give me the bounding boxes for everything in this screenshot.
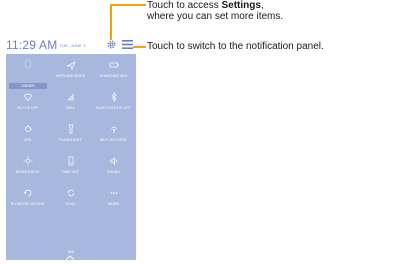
signal-icon xyxy=(68,94,73,101)
notification-switch-icon[interactable] xyxy=(122,40,133,49)
tile-sound[interactable]: SOUND xyxy=(92,150,135,180)
tile-label: DELL xyxy=(66,106,75,110)
settings-callout-horizontal xyxy=(110,4,146,6)
tile-wifi[interactable]: WI-FI IS OFF xyxy=(6,86,49,116)
tile-label: WI-FI HOTSPOT xyxy=(99,138,128,142)
status-bar: 11:29 AM TUE, JUNE 3 xyxy=(6,36,136,54)
clock-time: 11:29 AM xyxy=(6,38,58,52)
settings-callout-vertical xyxy=(110,4,112,40)
notification-callout-line xyxy=(133,46,146,48)
settings-callout-suffix: , xyxy=(260,0,264,11)
flashlight-icon xyxy=(68,124,73,134)
tile-airplane-mode[interactable]: AIRPLANE MODE xyxy=(49,54,92,84)
tile-label: WI-FI IS OFF xyxy=(16,106,39,110)
tile-label: SYNC xyxy=(65,202,76,206)
battery-icon xyxy=(109,62,118,68)
tile-label: AIRPLANE MODE xyxy=(55,74,86,78)
airplane-icon xyxy=(66,61,76,70)
tile-flashlight[interactable]: FLASHLIGHT xyxy=(49,118,92,148)
more-icon xyxy=(110,192,117,194)
brightness-value: 9x0 xyxy=(67,249,75,254)
clock-date: TUE, JUNE 3 xyxy=(59,43,86,49)
hotspot-icon xyxy=(110,126,117,133)
settings-gear-icon[interactable] xyxy=(106,39,117,50)
bluetooth-icon xyxy=(111,92,116,102)
location-icon xyxy=(24,125,32,132)
wifi-icon xyxy=(23,93,32,102)
tile-bluetooth[interactable]: BLUETOOTH IS OFF xyxy=(92,86,135,116)
tile-label: ROTATION LOCKED xyxy=(10,202,45,206)
tile-cell[interactable]: DELL xyxy=(49,86,92,116)
settings-callout-bold: Settings xyxy=(221,0,261,11)
tile-label: CHARGING 98% xyxy=(99,74,128,78)
sync-icon xyxy=(67,189,74,197)
quick-settings-guide: 11:29 AMTUE, JUNE 3 OWNER AIRPLANE MODE xyxy=(0,0,395,264)
tile-gps[interactable]: GPS xyxy=(6,118,49,148)
tile-more[interactable]: MORE xyxy=(92,182,135,212)
speaker-icon xyxy=(109,157,117,165)
chevron-up-icon[interactable] xyxy=(65,255,75,260)
tile-label: FLASHLIGHT xyxy=(59,138,82,142)
tile-owner[interactable] xyxy=(6,54,49,84)
tile-label: BRIGHTNESS xyxy=(15,170,40,174)
clock: 11:29 AM TUE, JUNE 3 xyxy=(6,38,86,52)
quick-settings-panel: 11:29 AMTUE, JUNE 3 OWNER AIRPLANE MODE xyxy=(6,36,136,260)
settings-callout-line2: where you can set more items. xyxy=(147,11,284,22)
timeout-icon xyxy=(68,156,73,166)
settings-callout-text: Touch to access Settings, where you can … xyxy=(147,0,283,22)
tile-wifi-hotspot[interactable]: WI-FI HOTSPOT xyxy=(92,118,135,148)
settings-callout-prefix: Touch to access xyxy=(147,0,222,11)
tile-sync[interactable]: SYNC xyxy=(49,182,92,212)
user-icon xyxy=(24,59,31,69)
brightness-icon xyxy=(23,156,32,166)
tile-label: GPS xyxy=(23,138,32,142)
tile-label: TIME OUT xyxy=(61,170,80,174)
tile-label: BLUETOOTH IS OFF xyxy=(96,106,131,110)
notification-callout-text: Touch to switch to the notification pane… xyxy=(147,41,324,52)
tile-label: SOUND xyxy=(107,170,120,174)
tile-brightness[interactable]: BRIGHTNESS xyxy=(6,150,49,180)
tile-rotation-locked[interactable]: ROTATION LOCKED xyxy=(6,182,49,212)
tile-label: MORE xyxy=(108,202,119,206)
tile-charging[interactable]: CHARGING 98% xyxy=(92,54,135,84)
tile-time-out[interactable]: TIME OUT xyxy=(49,150,92,180)
rotation-icon xyxy=(23,189,31,197)
